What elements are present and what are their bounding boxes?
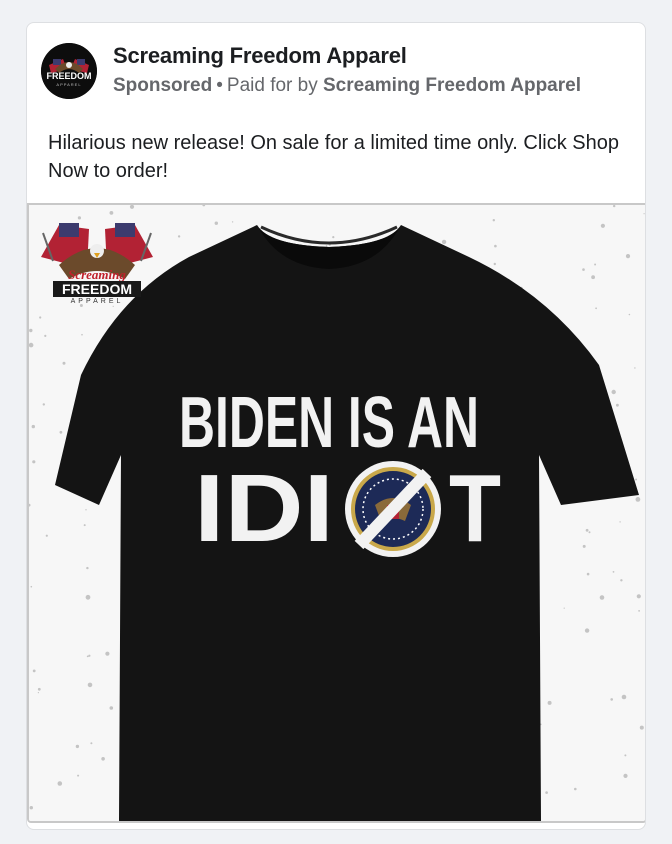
avatar-logo-subtext: APPAREL <box>56 82 81 87</box>
brand-logo-script: Screaming <box>68 267 126 282</box>
crossed-seal-icon <box>345 461 441 557</box>
page-avatar[interactable]: FREEDOM APPAREL <box>41 43 97 99</box>
page-name-link[interactable]: Screaming Freedom Apparel <box>113 43 407 69</box>
post-caption: Hilarious new release! On sale for a lim… <box>48 132 619 182</box>
post-header: FREEDOM APPAREL Screaming Freedom Appare… <box>41 41 635 101</box>
paid-for-prefix: Paid for by <box>226 75 318 96</box>
avatar-logo-text: FREEDOM <box>47 71 92 81</box>
sponsored-post-card: FREEDOM APPAREL Screaming Freedom Appare… <box>26 22 646 830</box>
shirt-text-line1: BIDEN IS AN <box>179 383 479 463</box>
shirt-text-line2-left: IDI <box>194 455 334 562</box>
freedom-logo-icon: FREEDOM APPAREL <box>41 43 97 99</box>
product-image[interactable]: BIDEN IS AN IDI T Screaming FREEDOM APPA… <box>27 203 645 823</box>
meta-separator: • <box>216 75 223 96</box>
sponsored-label[interactable]: Sponsored <box>113 75 212 96</box>
payer-name[interactable]: Screaming Freedom Apparel <box>323 75 581 96</box>
shirt-text-line2-right: T <box>449 455 501 562</box>
post-meta: Sponsored • Paid for by Screaming Freedom … <box>113 75 581 97</box>
brand-logo-main: FREEDOM <box>62 281 132 297</box>
brand-logo-sub: APPAREL <box>71 298 124 305</box>
